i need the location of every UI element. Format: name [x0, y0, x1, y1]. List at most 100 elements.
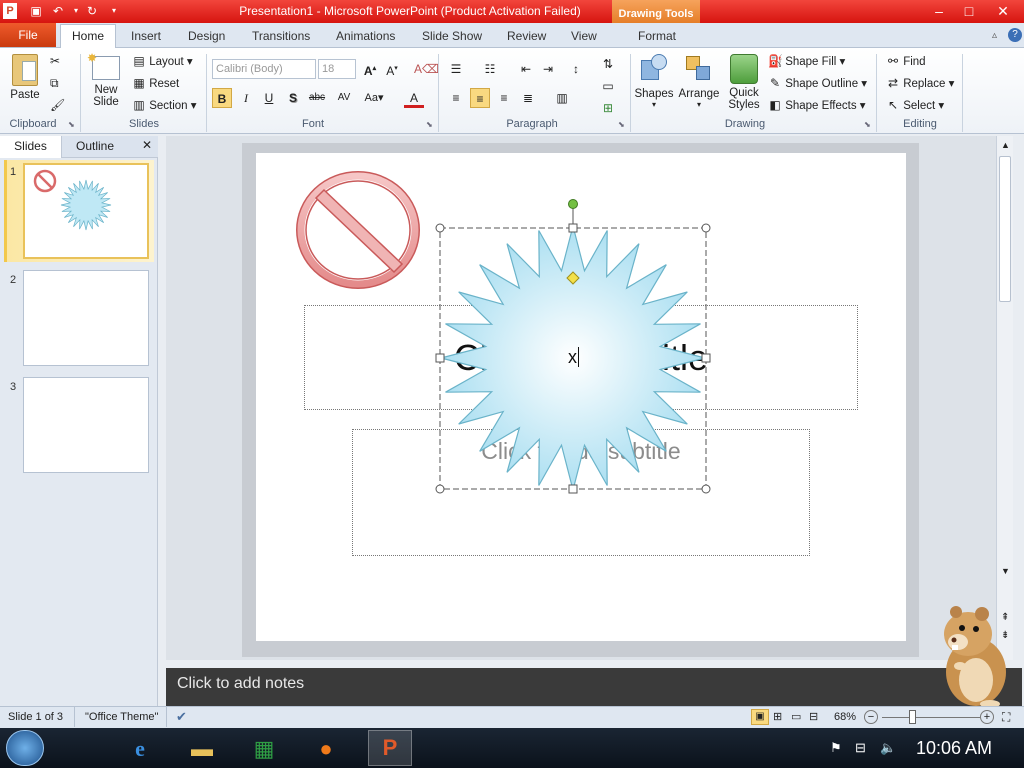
no-symbol-shape[interactable]: [292, 168, 426, 294]
powerpoint-taskbar-icon[interactable]: P: [368, 730, 412, 766]
firefox-icon[interactable]: ●: [308, 732, 344, 766]
shadow-button[interactable]: S: [283, 88, 303, 108]
align-center-icon[interactable]: ≡: [470, 88, 490, 108]
reading-view-icon[interactable]: ▭: [791, 710, 801, 723]
tab-view[interactable]: View: [571, 29, 597, 43]
close-icon[interactable]: ✕: [988, 1, 1018, 21]
justify-icon[interactable]: ≣: [518, 88, 538, 108]
tab-home[interactable]: Home: [60, 24, 116, 49]
zoom-level[interactable]: 68%: [834, 711, 856, 723]
arrange-button[interactable]: Arrange ▾: [678, 52, 720, 109]
typed-text[interactable]: x​: [568, 347, 579, 368]
font-size-combo[interactable]: 18: [318, 59, 356, 79]
layout-button[interactable]: ▤ Layout ▾: [132, 54, 192, 68]
increase-indent-icon[interactable]: ⇥: [538, 59, 558, 79]
paste-button[interactable]: Paste: [6, 52, 44, 106]
text-direction-icon[interactable]: ⇅: [598, 54, 618, 74]
columns-icon[interactable]: ▥: [552, 88, 572, 108]
zoom-slider-thumb[interactable]: [909, 710, 916, 724]
start-button[interactable]: [6, 730, 44, 766]
font-color-icon[interactable]: A: [404, 88, 424, 108]
cut-icon[interactable]: ✂: [50, 54, 64, 68]
tab-outline[interactable]: Outline: [64, 136, 126, 158]
zoom-out-icon[interactable]: −: [864, 710, 878, 724]
tab-slide-show[interactable]: Slide Show: [422, 29, 482, 43]
shape-outline-button[interactable]: ✎ Shape Outline ▾: [768, 76, 867, 90]
bold-button[interactable]: B: [212, 88, 232, 108]
maximize-icon[interactable]: □: [954, 1, 984, 21]
font-name-combo[interactable]: Calibri (Body): [212, 59, 316, 79]
internet-explorer-icon[interactable]: e: [122, 732, 158, 766]
format-painter-icon[interactable]: 🖌: [50, 98, 65, 112]
numbering-icon[interactable]: ☷: [480, 59, 500, 79]
group-divider: [962, 54, 963, 132]
select-button[interactable]: ↖ Select ▾: [886, 98, 944, 112]
shape-fill-button[interactable]: ⛽ Shape Fill ▾: [768, 54, 845, 68]
tab-transitions[interactable]: Transitions: [252, 29, 310, 43]
tab-insert[interactable]: Insert: [131, 29, 161, 43]
tab-file[interactable]: File: [0, 23, 56, 47]
close-pane-icon[interactable]: ✕: [142, 138, 152, 152]
reset-button[interactable]: ▦ Reset: [132, 76, 179, 90]
action-center-flag-icon[interactable]: ⚑: [830, 740, 842, 756]
vertical-scrollbar[interactable]: ▲ ▼ ⇞ ⇟: [996, 136, 1013, 660]
tab-animations[interactable]: Animations: [336, 29, 395, 43]
copy-icon[interactable]: ⧉: [50, 76, 64, 90]
tab-review[interactable]: Review: [507, 29, 546, 43]
theme-name[interactable]: "Office Theme": [85, 711, 158, 723]
slide-thumbnail-1[interactable]: [23, 163, 149, 259]
volume-muted-icon[interactable]: 🔈: [880, 740, 896, 756]
notes-pane[interactable]: Click to add notes: [166, 668, 1022, 706]
dialog-launcher-icon[interactable]: ⬊: [864, 120, 871, 129]
slide-number: 2: [10, 274, 17, 286]
tab-slides[interactable]: Slides: [0, 136, 62, 158]
slide-thumbnail-3[interactable]: [23, 377, 149, 473]
dialog-launcher-icon[interactable]: ⬊: [618, 120, 625, 129]
network-icon[interactable]: ⊟: [855, 740, 866, 756]
clear-formatting-icon[interactable]: A⌫: [414, 59, 439, 79]
slide-thumbnail-2[interactable]: [23, 270, 149, 366]
help-icon[interactable]: ?: [1008, 28, 1022, 42]
spelling-check-icon[interactable]: ✔: [176, 709, 187, 725]
zoom-slider[interactable]: [882, 717, 980, 718]
hamster-mascot-icon[interactable]: [932, 600, 1016, 708]
minimize-ribbon-icon[interactable]: ▵: [992, 30, 997, 41]
tab-format[interactable]: Format: [638, 29, 676, 43]
quick-styles-button[interactable]: Quick Styles: [722, 52, 766, 111]
character-spacing-icon[interactable]: AV: [334, 88, 354, 108]
file-explorer-icon[interactable]: ▬: [184, 732, 220, 766]
find-button[interactable]: ⚯ Find: [886, 54, 926, 68]
slide-show-icon[interactable]: ⊟: [809, 710, 818, 723]
tab-design[interactable]: Design: [188, 29, 225, 43]
decrease-indent-icon[interactable]: ⇤: [516, 59, 536, 79]
align-left-icon[interactable]: ≡: [446, 88, 466, 108]
line-spacing-icon[interactable]: ↕: [566, 59, 586, 79]
scroll-down-icon[interactable]: ▼: [1001, 566, 1010, 576]
store-icon[interactable]: ▦: [246, 732, 282, 766]
replace-button[interactable]: ⇄ Replace ▾: [886, 76, 954, 90]
scroll-thumb[interactable]: [999, 156, 1011, 302]
slide-sorter-icon[interactable]: ⊞: [773, 710, 782, 723]
shapes-button[interactable]: Shapes ▾: [634, 52, 674, 109]
change-case-icon[interactable]: Aa▾: [364, 88, 384, 108]
bullets-icon[interactable]: ☰: [446, 59, 466, 79]
section-button[interactable]: ▥ Section ▾: [132, 98, 196, 112]
system-clock[interactable]: 10:06 AM: [916, 738, 992, 759]
scroll-up-icon[interactable]: ▲: [1001, 140, 1010, 150]
dialog-launcher-icon[interactable]: ⬊: [426, 120, 433, 129]
align-right-icon[interactable]: ≡: [494, 88, 514, 108]
shrink-font-icon[interactable]: A▾: [382, 59, 402, 79]
zoom-in-icon[interactable]: +: [980, 710, 994, 724]
dialog-launcher-icon[interactable]: ⬊: [68, 120, 75, 129]
grow-font-icon[interactable]: A▴: [360, 59, 380, 79]
strikethrough-button[interactable]: abc: [307, 88, 327, 108]
align-text-icon[interactable]: ▭: [598, 76, 618, 96]
smartart-icon[interactable]: ⊞: [598, 98, 618, 118]
underline-button[interactable]: U: [259, 88, 279, 108]
minimize-icon[interactable]: –: [924, 1, 954, 21]
italic-button[interactable]: I: [236, 88, 256, 108]
shape-effects-button[interactable]: ◧ Shape Effects ▾: [768, 98, 865, 112]
fit-to-window-icon[interactable]: ⛶: [1002, 710, 1010, 725]
new-slide-button[interactable]: ✸ New Slide: [86, 51, 126, 116]
normal-view-icon[interactable]: ▣: [751, 709, 769, 725]
